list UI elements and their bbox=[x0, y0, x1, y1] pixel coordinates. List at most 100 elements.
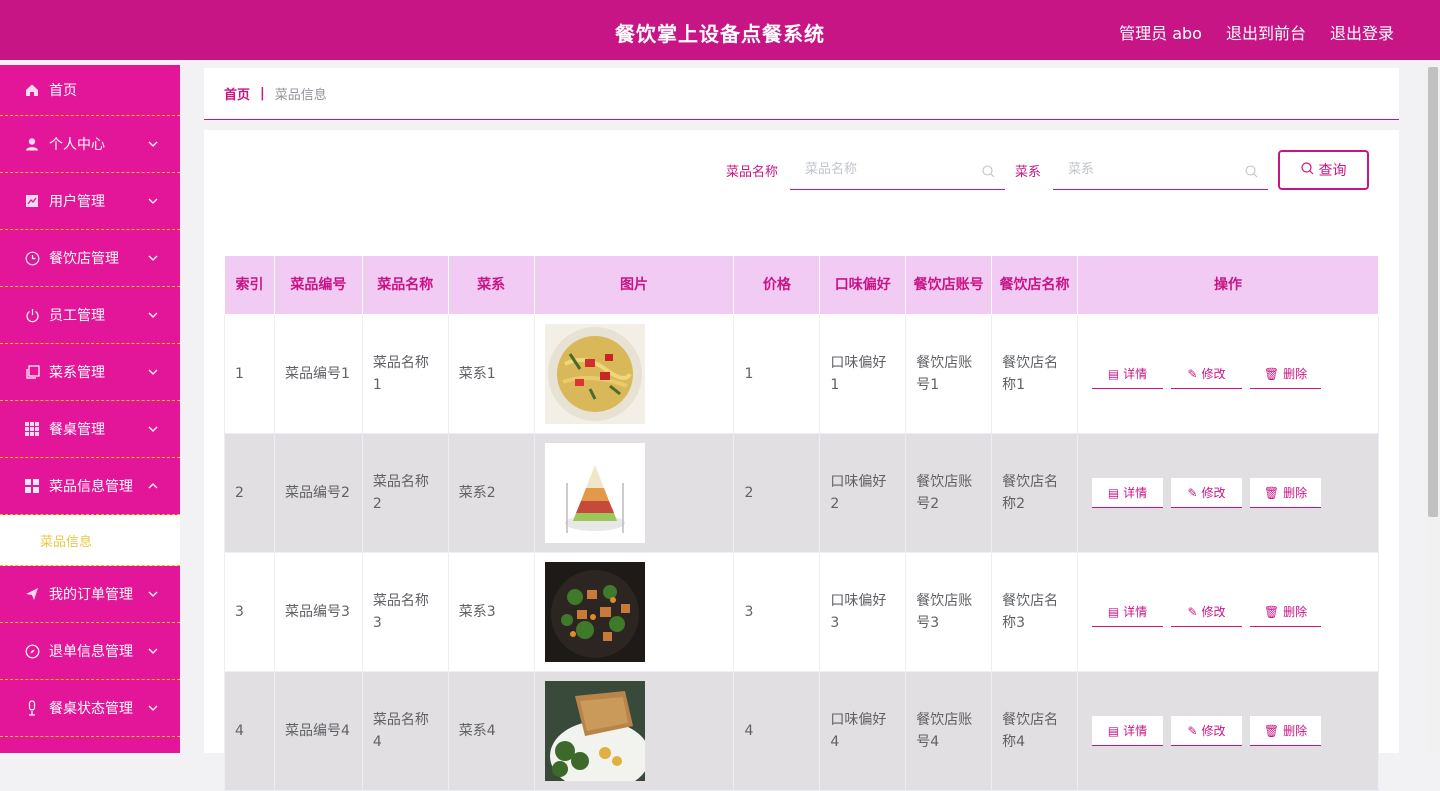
document-icon: ▤ bbox=[1107, 485, 1120, 500]
dish-table: 索引 菜品编号 菜品名称 菜系 图片 价格 口味偏好 餐饮店账号 餐饮店名称 操… bbox=[224, 255, 1379, 791]
sidebar-item-table-status[interactable]: 餐桌状态管理 bbox=[0, 680, 180, 737]
cell-actions: ▤ 详情 ✎ 修改 🗑 删除 bbox=[1077, 671, 1379, 791]
detail-button[interactable]: ▤ 详情 bbox=[1092, 359, 1164, 389]
edit-icon: ✎ bbox=[1187, 485, 1198, 500]
delete-button[interactable]: 🗑 删除 bbox=[1250, 478, 1322, 508]
cell-price: 1 bbox=[733, 314, 821, 434]
table-row: 1 菜品编号1 菜品名称1 菜系1 1 口味偏好1 餐饮店账号1 餐饮店名称1 … bbox=[224, 314, 1379, 434]
delete-button[interactable]: 🗑 删除 bbox=[1250, 716, 1322, 746]
table-header-row: 索引 菜品编号 菜品名称 菜系 图片 价格 口味偏好 餐饮店账号 餐饮店名称 操… bbox=[224, 255, 1379, 315]
search-icon bbox=[1300, 161, 1314, 179]
edit-button[interactable]: ✎ 修改 bbox=[1171, 597, 1243, 627]
edit-button[interactable]: ✎ 修改 bbox=[1171, 359, 1243, 389]
breadcrumb: 首页 | 菜品信息 bbox=[204, 68, 1399, 120]
mic-icon bbox=[24, 700, 40, 716]
sidebar-item-restaurants[interactable]: 餐饮店管理 bbox=[0, 230, 180, 287]
detail-label: 详情 bbox=[1123, 366, 1148, 381]
current-user-label: 管理员 abo bbox=[1119, 24, 1202, 43]
cuisine-field-wrap bbox=[1053, 150, 1268, 190]
dish-image[interactable] bbox=[544, 562, 645, 662]
sidebar-item-label: 我的订单管理 bbox=[49, 587, 133, 603]
cell-taste: 口味偏好2 bbox=[819, 433, 907, 553]
dish-name-input[interactable] bbox=[789, 150, 1005, 189]
col-image: 图片 bbox=[533, 255, 735, 315]
submenu-item-dish-info[interactable]: 菜品信息 bbox=[0, 515, 180, 566]
sidebar-item-label: 餐桌状态管理 bbox=[49, 701, 133, 717]
col-shop: 餐饮店名称 bbox=[991, 255, 1079, 315]
edit-button[interactable]: ✎ 修改 bbox=[1171, 478, 1243, 508]
col-price: 价格 bbox=[733, 255, 821, 315]
sidebar-item-label: 菜品信息管理 bbox=[49, 479, 133, 495]
sidebar-item-label: 餐桌管理 bbox=[49, 422, 105, 438]
home-icon bbox=[24, 82, 40, 98]
cell-taste: 口味偏好4 bbox=[819, 671, 907, 791]
logout-link[interactable]: 退出登录 bbox=[1330, 20, 1394, 44]
edit-label: 修改 bbox=[1201, 723, 1226, 738]
main-content: 首页 | 菜品信息 菜品名称 菜系 查询 bbox=[204, 68, 1399, 791]
sidebar-item-profile[interactable]: 个人中心 bbox=[0, 116, 180, 173]
search-icon bbox=[982, 163, 995, 182]
chevron-down-icon bbox=[148, 701, 158, 714]
row-actions: ▤ 详情 ✎ 修改 🗑 删除 bbox=[1088, 478, 1368, 508]
delete-button[interactable]: 🗑 删除 bbox=[1250, 597, 1322, 627]
col-cuisine: 菜系 bbox=[447, 255, 535, 315]
chevron-down-icon bbox=[148, 251, 158, 264]
sidebar: 首页 个人中心 用户管理 餐饮店管理 员工管理 菜系管理 餐桌管理 菜品信息管理… bbox=[0, 65, 180, 753]
exit-to-front-link[interactable]: 退出到前台 bbox=[1226, 20, 1306, 44]
row-actions: ▤ 详情 ✎ 修改 🗑 删除 bbox=[1088, 716, 1368, 746]
chevron-down-icon bbox=[148, 587, 158, 600]
cell-image bbox=[533, 552, 735, 672]
cuisine-input[interactable] bbox=[1053, 150, 1268, 189]
sidebar-item-label: 退单信息管理 bbox=[49, 644, 133, 660]
cell-taste: 口味偏好3 bbox=[819, 552, 907, 672]
cell-image bbox=[533, 433, 735, 553]
sidebar-item-orders[interactable]: 我的订单管理 bbox=[0, 566, 180, 623]
scrollbar-thumb[interactable] bbox=[1428, 67, 1438, 517]
cell-account: 餐饮店账号4 bbox=[905, 671, 993, 791]
sidebar-item-refunds[interactable]: 退单信息管理 bbox=[0, 623, 180, 680]
col-account: 餐饮店账号 bbox=[905, 255, 993, 315]
apps-icon bbox=[24, 478, 40, 494]
sidebar-item-label: 菜系管理 bbox=[49, 365, 105, 381]
trash-icon: 🗑 bbox=[1263, 485, 1280, 500]
sidebar-item-cuisines[interactable]: 菜系管理 bbox=[0, 344, 180, 401]
delete-label: 删除 bbox=[1283, 604, 1308, 619]
edit-button[interactable]: ✎ 修改 bbox=[1171, 716, 1243, 746]
cell-shop: 餐饮店名称2 bbox=[991, 433, 1079, 553]
col-name: 菜品名称 bbox=[361, 255, 449, 315]
delete-button[interactable]: 🗑 删除 bbox=[1250, 359, 1322, 389]
trash-icon: 🗑 bbox=[1263, 723, 1280, 738]
sidebar-item-home[interactable]: 首页 bbox=[0, 65, 180, 116]
document-icon: ▤ bbox=[1107, 366, 1120, 381]
dish-image[interactable] bbox=[544, 681, 645, 781]
dish-name-label: 菜品名称 bbox=[725, 164, 778, 180]
edit-icon: ✎ bbox=[1187, 604, 1198, 619]
table-row: 2 菜品编号2 菜品名称2 菜系2 2 口味偏好2 餐饮店账号2 餐饮店名称2 … bbox=[224, 433, 1379, 553]
user-icon bbox=[24, 136, 40, 152]
trash-icon: 🗑 bbox=[1263, 604, 1280, 619]
detail-button[interactable]: ▤ 详情 bbox=[1092, 716, 1164, 746]
cell-name: 菜品名称4 bbox=[361, 671, 449, 791]
sidebar-item-staff[interactable]: 员工管理 bbox=[0, 287, 180, 344]
sidebar-item-users[interactable]: 用户管理 bbox=[0, 173, 180, 230]
trash-icon: 🗑 bbox=[1263, 366, 1280, 381]
sidebar-item-dish-info[interactable]: 菜品信息管理 bbox=[0, 458, 180, 515]
edit-icon: ✎ bbox=[1187, 723, 1198, 738]
dish-image[interactable] bbox=[544, 324, 645, 424]
query-button[interactable]: 查询 bbox=[1278, 150, 1369, 190]
detail-button[interactable]: ▤ 详情 bbox=[1092, 597, 1164, 627]
sidebar-item-label: 用户管理 bbox=[49, 194, 105, 210]
detail-button[interactable]: ▤ 详情 bbox=[1092, 478, 1164, 508]
sidebar-item-tables[interactable]: 餐桌管理 bbox=[0, 401, 180, 458]
page-scrollbar[interactable] bbox=[1426, 65, 1440, 753]
sidebar-item-label: 员工管理 bbox=[49, 308, 105, 324]
dish-image[interactable] bbox=[544, 443, 645, 543]
grid-icon bbox=[24, 421, 40, 437]
breadcrumb-home[interactable]: 首页 bbox=[224, 84, 250, 103]
delete-label: 删除 bbox=[1283, 723, 1308, 738]
col-index: 索引 bbox=[224, 255, 275, 315]
chart-icon bbox=[24, 193, 40, 209]
cell-actions: ▤ 详情 ✎ 修改 🗑 删除 bbox=[1077, 314, 1379, 434]
cell-cuisine: 菜系3 bbox=[447, 552, 535, 672]
cell-name: 菜品名称1 bbox=[361, 314, 449, 434]
